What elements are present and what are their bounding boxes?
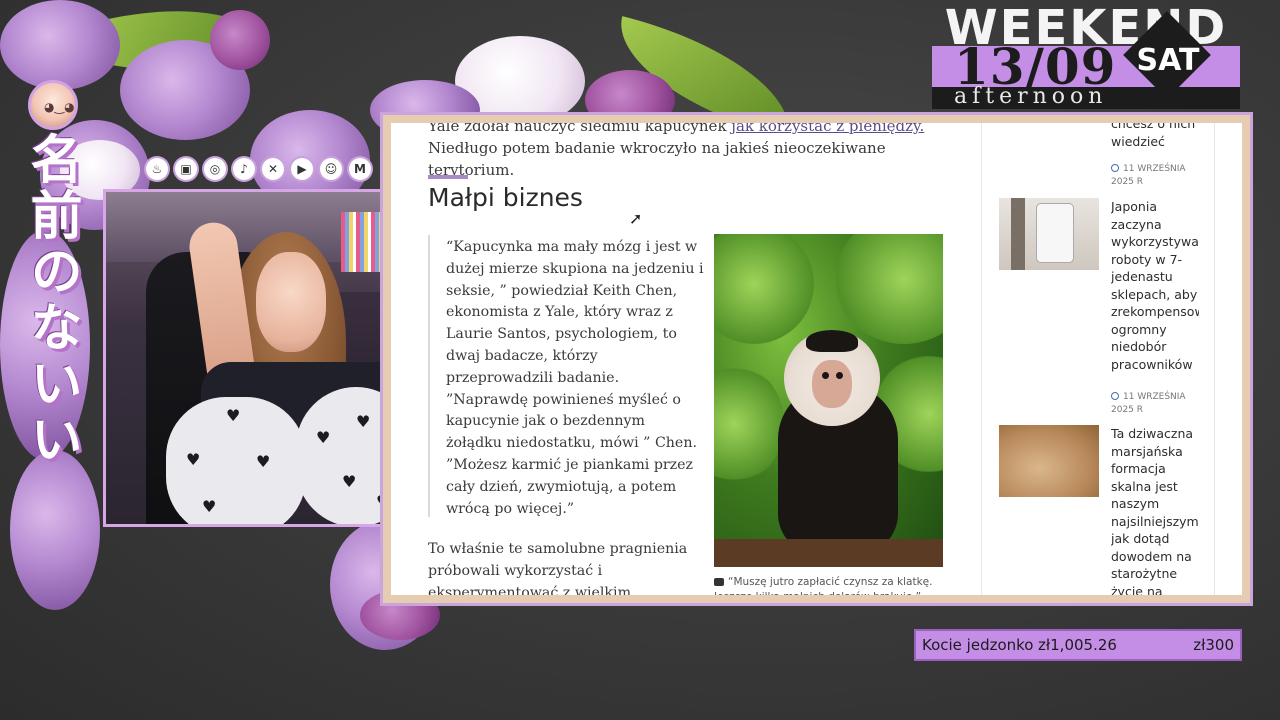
youtube-icon[interactable]: ▶ [291,158,313,180]
goal-name: Kocie jedzonko [922,636,1034,654]
sidebar-article-date: 11 WRZEŚNIA 2025 R [1111,150,1201,189]
webcam-feed: ♥ ♥ ♥ ♥ ♥ ♥ ♥ ♥ [103,189,408,527]
clock-icon [1111,164,1119,172]
monkey-eye [822,372,829,379]
person-face [256,252,326,352]
clock-icon [1111,392,1119,400]
mouse-cursor-icon: ➚ [629,209,643,228]
blockquote-text: “Kapucynka ma mały mózg i jest w dużej m… [446,239,704,517]
article-intro: Yale zdołał nauczyć siedmiu kapucynek ja… [428,123,968,181]
heart-pattern-icon: ♥ [342,472,357,491]
robot-store-thumbnail[interactable] [999,198,1099,270]
sidebar-article-title[interactable]: Ta dziwaczna marsjańska formacja skalna … [1111,425,1199,595]
weekend-period: afternoon [954,84,1108,109]
heading-accent-bar [428,175,468,179]
article-page: Yale zdołał nauczyć siedmiu kapucynek ja… [391,123,1242,595]
channel-avatar: ◕‿◕ [28,80,78,130]
caption-text: “Muszę jutro zapłacić czynsz za klatkę. … [714,576,933,595]
monkey-cap [806,330,858,352]
article-paragraph: To właśnie te samolubne pragnienia próbo… [428,541,688,595]
twitch-icon[interactable]: ▣ [175,158,197,180]
monkey-eye [836,372,843,379]
intro-text-end: Niedługo potem badanie wkroczyło na jaki… [428,139,886,179]
goal-current: zł1,005.26 [1038,636,1117,654]
sidebar-article-title[interactable]: Japonia zaczyna wykorzystywać roboty w 7… [1111,198,1199,373]
sidebar-divider [981,123,982,595]
avatar-face-icon: ◕‿◕ [44,100,75,114]
browser-capture-frame: Yale zdołał nauczyć siedmiu kapucynek ja… [383,115,1250,603]
blockquote-bar [428,235,430,517]
heart-pattern-icon: ♥ [186,450,201,469]
vertical-channel-name: 名前のないい [18,132,81,468]
sidebar-article-date: 11 WRZEŚNIA 2025 R [1111,378,1201,417]
sidebar-date-text: 11 WRZEŚNIA 2025 R [1111,392,1186,415]
image-caption: “Muszę jutro zapłacić czynsz za klatkę. … [714,575,954,595]
sidebar-date-text: 11 WRZEŚNIA 2025 R [1111,164,1186,187]
goal-target: zł300 [1193,636,1234,654]
donation-goal-bar: Kocie jedzonko zł1,005.26 zł300 [916,631,1240,659]
intro-paragraph: Yale zdołał nauczyć siedmiu kapucynek ja… [428,123,968,181]
heart-pattern-icon: ♥ [256,452,271,471]
vertical-name-text: 名前のないい [21,132,81,468]
discord-icon[interactable]: ☺ [320,158,342,180]
branch [714,539,943,567]
heart-pattern-icon: ♥ [202,497,217,516]
heart-pattern-icon: ♥ [316,428,331,447]
section-heading: Małpi biznes [428,183,583,212]
capuchin-monkey-image[interactable] [714,234,943,567]
intro-link[interactable]: jak korzystać z pieniędzy. [731,123,924,135]
monkey-face [812,360,852,408]
social-links: ♨ ▣ ◎ ♪ ✕ ▶ ☺ M [146,158,371,180]
x-icon[interactable]: ✕ [262,158,284,180]
camera-icon [714,578,724,586]
sidebar-article-title[interactable]: chcesz o nich wiedzieć [1111,123,1199,150]
mars-rock-thumbnail[interactable] [999,425,1099,497]
kofi-icon[interactable]: ♨ [146,158,168,180]
mail-icon[interactable]: M [349,158,371,180]
weekend-banner: WEEKEND 13/09 SAT afternoon [932,4,1240,109]
tiktok-icon[interactable]: ♪ [233,158,255,180]
page-scrollbar[interactable] [1214,123,1215,595]
instagram-icon[interactable]: ◎ [204,158,226,180]
weekend-day: SAT [1136,43,1200,78]
heart-pattern-icon: ♥ [226,406,241,425]
intro-text-start: Yale zdołał nauczyć siedmiu kapucynek [428,123,732,135]
heart-pattern-icon: ♥ [356,412,371,431]
